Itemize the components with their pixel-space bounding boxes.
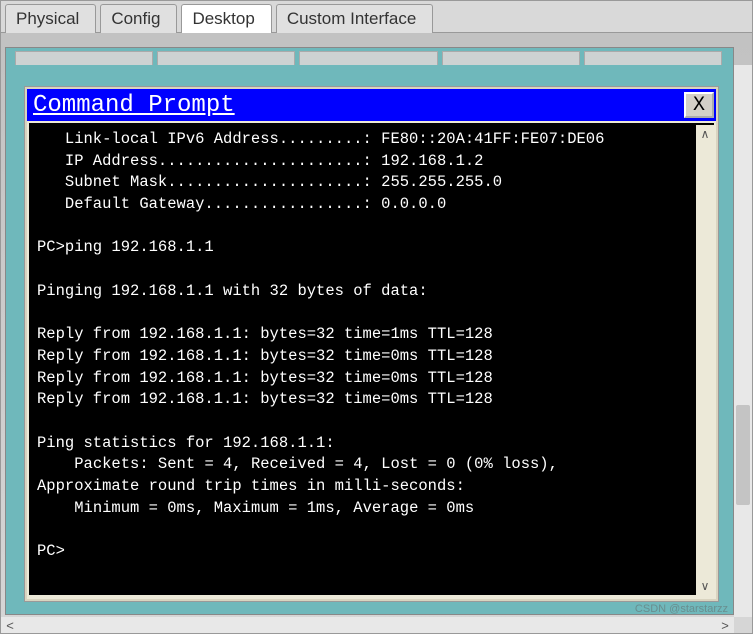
tab-desktop[interactable]: Desktop [181,4,271,33]
command-prompt-window: Command Prompt X Link-local IPv6 Address… [25,87,718,601]
scroll-down-icon[interactable]: ∨ [696,577,714,595]
watermark: CSDN @starstarzz [635,603,728,615]
cmd-title: Command Prompt [33,92,235,119]
cmd-output[interactable]: Link-local IPv6 Address.........: FE80::… [29,123,714,595]
background-tabs [15,51,722,65]
tab-config[interactable]: Config [100,4,177,33]
scroll-left-icon[interactable]: < [1,617,19,633]
close-button[interactable]: X [684,92,714,118]
bg-seg [442,51,580,65]
scroll-right-icon[interactable]: > [716,617,734,633]
bg-seg [299,51,437,65]
content-area: Command Prompt X Link-local IPv6 Address… [1,33,752,633]
tab-custom-interface[interactable]: Custom Interface [276,4,433,33]
cmd-scrollbar[interactable]: ∧ ∨ [696,125,714,595]
tab-bar: Physical Config Desktop Custom Interface [1,1,752,33]
outer-horizontal-scrollbar[interactable]: < > [1,617,734,633]
scrollbar-thumb[interactable] [736,405,750,505]
h-scroll-track[interactable] [19,619,716,631]
scroll-up-icon[interactable]: ∧ [696,125,714,143]
bg-seg [584,51,722,65]
bg-seg [157,51,295,65]
tab-physical[interactable]: Physical [5,4,96,33]
outer-vertical-scrollbar[interactable] [734,65,752,617]
bg-seg [15,51,153,65]
cmd-titlebar[interactable]: Command Prompt X [27,89,716,121]
